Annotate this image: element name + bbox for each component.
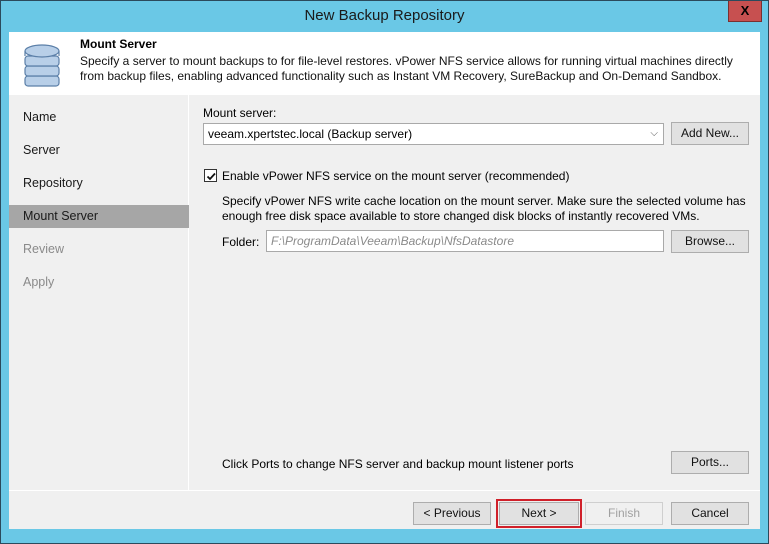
enable-nfs-label[interactable]: Enable vPower NFS service on the mount s… <box>222 169 569 183</box>
close-button[interactable]: X <box>728 1 762 22</box>
wizard-body: Mount Server Specify a server to mount b… <box>9 32 760 529</box>
sidebar-item-name[interactable]: Name <box>9 106 189 129</box>
mount-server-dropdown[interactable]: veeam.xpertstec.local (Backup server) ⌵ <box>203 123 664 145</box>
footer-divider <box>9 490 760 491</box>
sidebar-item-apply: Apply <box>23 275 55 289</box>
enable-nfs-checkbox[interactable] <box>204 169 217 182</box>
wizard-steps-sidebar: Name Server Repository Mount Server Revi… <box>9 95 189 490</box>
window-title: New Backup Repository <box>304 7 465 24</box>
database-icon <box>24 44 60 87</box>
add-new-button[interactable]: Add New... <box>671 122 749 145</box>
ports-button[interactable]: Ports... <box>671 451 749 474</box>
browse-button[interactable]: Browse... <box>671 230 749 253</box>
chevron-down-icon: ⌵ <box>650 128 658 139</box>
sidebar-item-server[interactable]: Server <box>9 139 189 162</box>
step-description: Specify a server to mount backups to for… <box>80 54 733 83</box>
finish-button: Finish <box>585 502 663 525</box>
mount-server-panel: Mount server: veeam.xpertstec.local (Bac… <box>190 95 760 490</box>
mount-server-value: veeam.xpertstec.local (Backup server) <box>208 127 413 141</box>
folder-input[interactable]: F:\ProgramData\Veeam\Backup\NfsDatastore <box>266 230 664 252</box>
step-title: Mount Server <box>80 37 157 51</box>
cancel-button[interactable]: Cancel <box>671 502 749 525</box>
checkmark-icon <box>206 172 216 181</box>
nfs-description: Specify vPower NFS write cache location … <box>222 194 746 223</box>
mount-server-label: Mount server: <box>203 106 277 120</box>
sidebar-item-repository[interactable]: Repository <box>9 172 189 195</box>
previous-button[interactable]: < Previous <box>413 502 491 525</box>
sidebar-item-mount-server[interactable]: Mount Server <box>9 205 189 228</box>
sidebar-item-review: Review <box>23 242 64 256</box>
title-bar[interactable]: New Backup Repository X <box>1 1 768 32</box>
folder-label: Folder: <box>222 235 260 249</box>
ports-hint: Click Ports to change NFS server and bac… <box>222 457 574 471</box>
wizard-header: Mount Server Specify a server to mount b… <box>9 32 760 95</box>
new-backup-repository-window: New Backup Repository X Mount Server Spe… <box>0 0 769 544</box>
next-button[interactable]: Next > <box>496 499 582 528</box>
